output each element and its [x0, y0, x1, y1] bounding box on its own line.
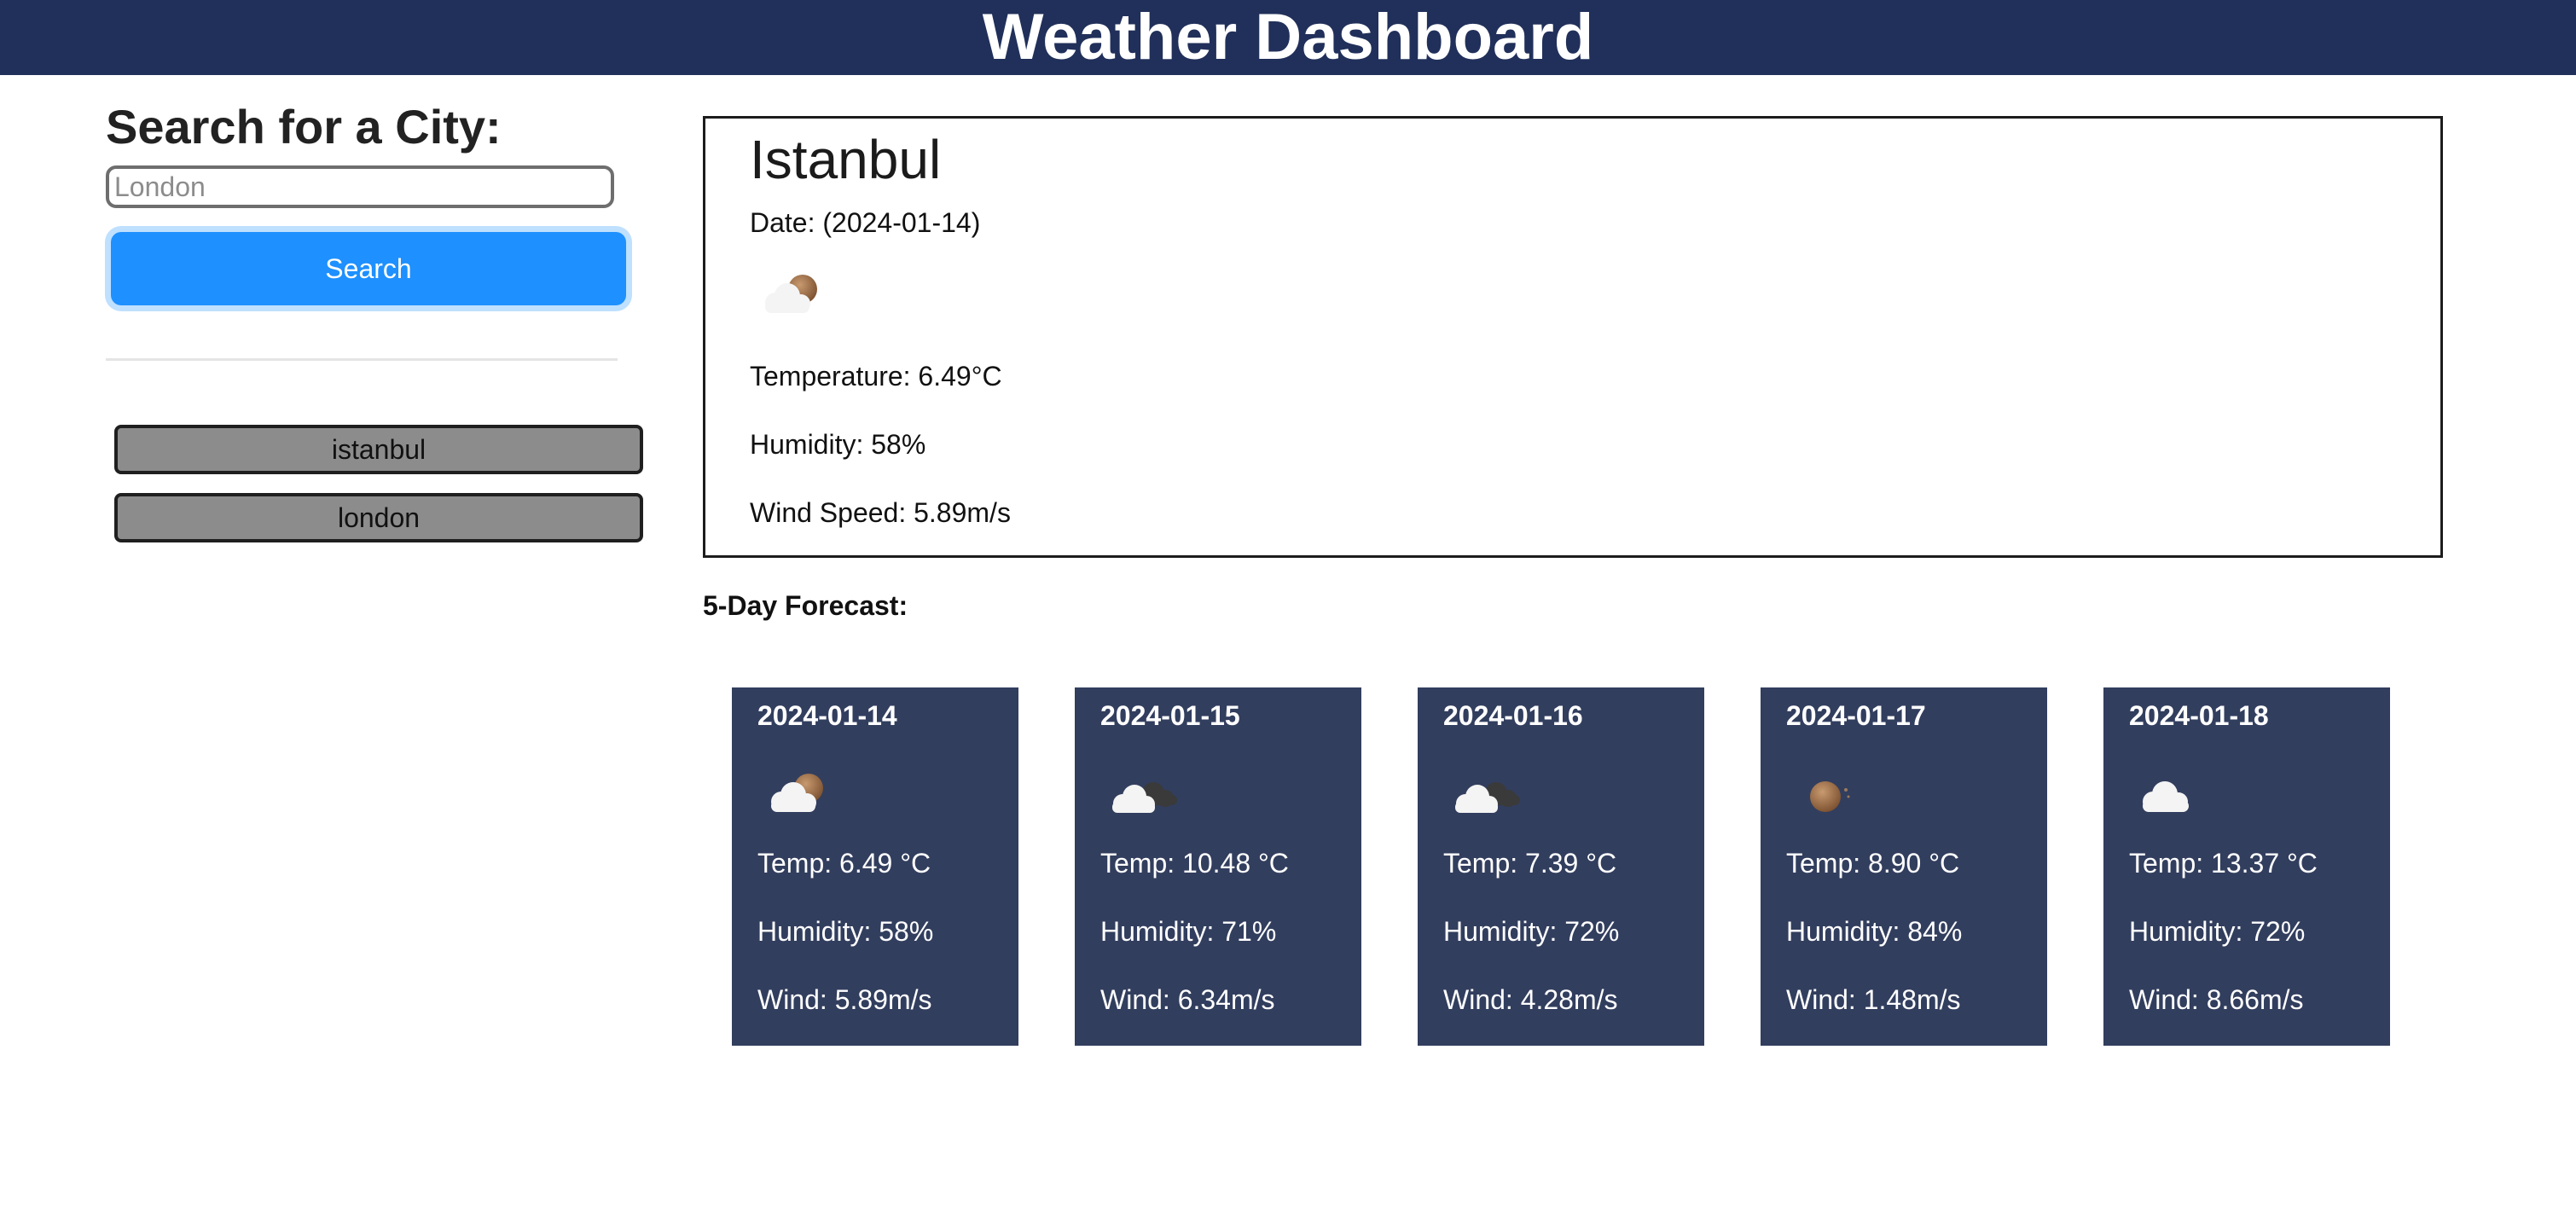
forecast-humidity: Humidity: 71% — [1100, 916, 1277, 947]
forecast-date: 2024-01-14 — [757, 700, 897, 731]
search-history: istanbul london — [114, 425, 643, 561]
forecast-date: 2024-01-17 — [1786, 700, 1926, 731]
forecast-heading: 5-Day Forecast: — [703, 590, 908, 621]
forecast-date: 2024-01-16 — [1443, 700, 1583, 731]
cloud-moon-icon — [757, 269, 828, 320]
current-wind-speed: Wind Speed: 5.89m/s — [750, 497, 1011, 528]
forecast-temp: Temp: 10.48 °C — [1100, 848, 1289, 879]
city-search-input[interactable] — [106, 165, 614, 208]
forecast-humidity: Humidity: 58% — [757, 916, 934, 947]
current-date: Date: (2024-01-14) — [750, 207, 981, 238]
history-button-istanbul[interactable]: istanbul — [114, 425, 643, 474]
current-city-name: Istanbul — [750, 129, 942, 190]
page-title: Weather Dashboard — [982, 1, 1594, 73]
current-humidity: Humidity: 58% — [750, 429, 926, 460]
history-button-london[interactable]: london — [114, 493, 643, 542]
forecast-card: 2024-01-15 Temp: 10.48 °C Humidity: 71% … — [1075, 687, 1361, 1046]
current-weather-panel: Istanbul Date: (2024-01-14) Temperature:… — [703, 116, 2443, 558]
cloud-icon — [2134, 768, 2206, 819]
forecast-wind: Wind: 1.48m/s — [1786, 984, 1961, 1015]
forecast-humidity: Humidity: 84% — [1786, 916, 1963, 947]
forecast-humidity: Humidity: 72% — [2129, 916, 2306, 947]
forecast-card: 2024-01-16 Temp: 7.39 °C Humidity: 72% W… — [1418, 687, 1704, 1046]
forecast-temp: Temp: 8.90 °C — [1786, 848, 1960, 879]
cloud-dark-cloud-icon — [1105, 768, 1182, 819]
forecast-temp: Temp: 13.37 °C — [2129, 848, 2318, 879]
search-heading: Search for a City: — [106, 100, 502, 154]
forecast-temp: Temp: 7.39 °C — [1443, 848, 1617, 879]
forecast-wind: Wind: 8.66m/s — [2129, 984, 2304, 1015]
search-sidebar: Search for a City: Search istanbul londo… — [106, 94, 652, 542]
forecast-wind: Wind: 4.28m/s — [1443, 984, 1618, 1015]
app-header: Weather Dashboard — [0, 0, 2576, 75]
forecast-date: 2024-01-18 — [2129, 700, 2269, 731]
forecast-wind: Wind: 5.89m/s — [757, 984, 932, 1015]
search-button[interactable]: Search — [111, 232, 626, 305]
cloud-moon-icon — [763, 768, 834, 819]
forecast-card: 2024-01-14 Temp: 6.49 °C Humidity: 58% W… — [732, 687, 1018, 1046]
forecast-card: 2024-01-17 Temp: 8.90 °C Humidity: 84% W… — [1761, 687, 2047, 1046]
current-temperature: Temperature: 6.49°C — [750, 361, 1002, 392]
forecast-wind: Wind: 6.34m/s — [1100, 984, 1275, 1015]
forecast-date: 2024-01-15 — [1100, 700, 1240, 731]
moon-icon — [1791, 768, 1863, 819]
forecast-humidity: Humidity: 72% — [1443, 916, 1620, 947]
forecast-temp: Temp: 6.49 °C — [757, 848, 931, 879]
divider — [106, 358, 618, 361]
cloud-dark-cloud-icon — [1448, 768, 1525, 819]
forecast-card: 2024-01-18 Temp: 13.37 °C Humidity: 72% … — [2103, 687, 2390, 1046]
